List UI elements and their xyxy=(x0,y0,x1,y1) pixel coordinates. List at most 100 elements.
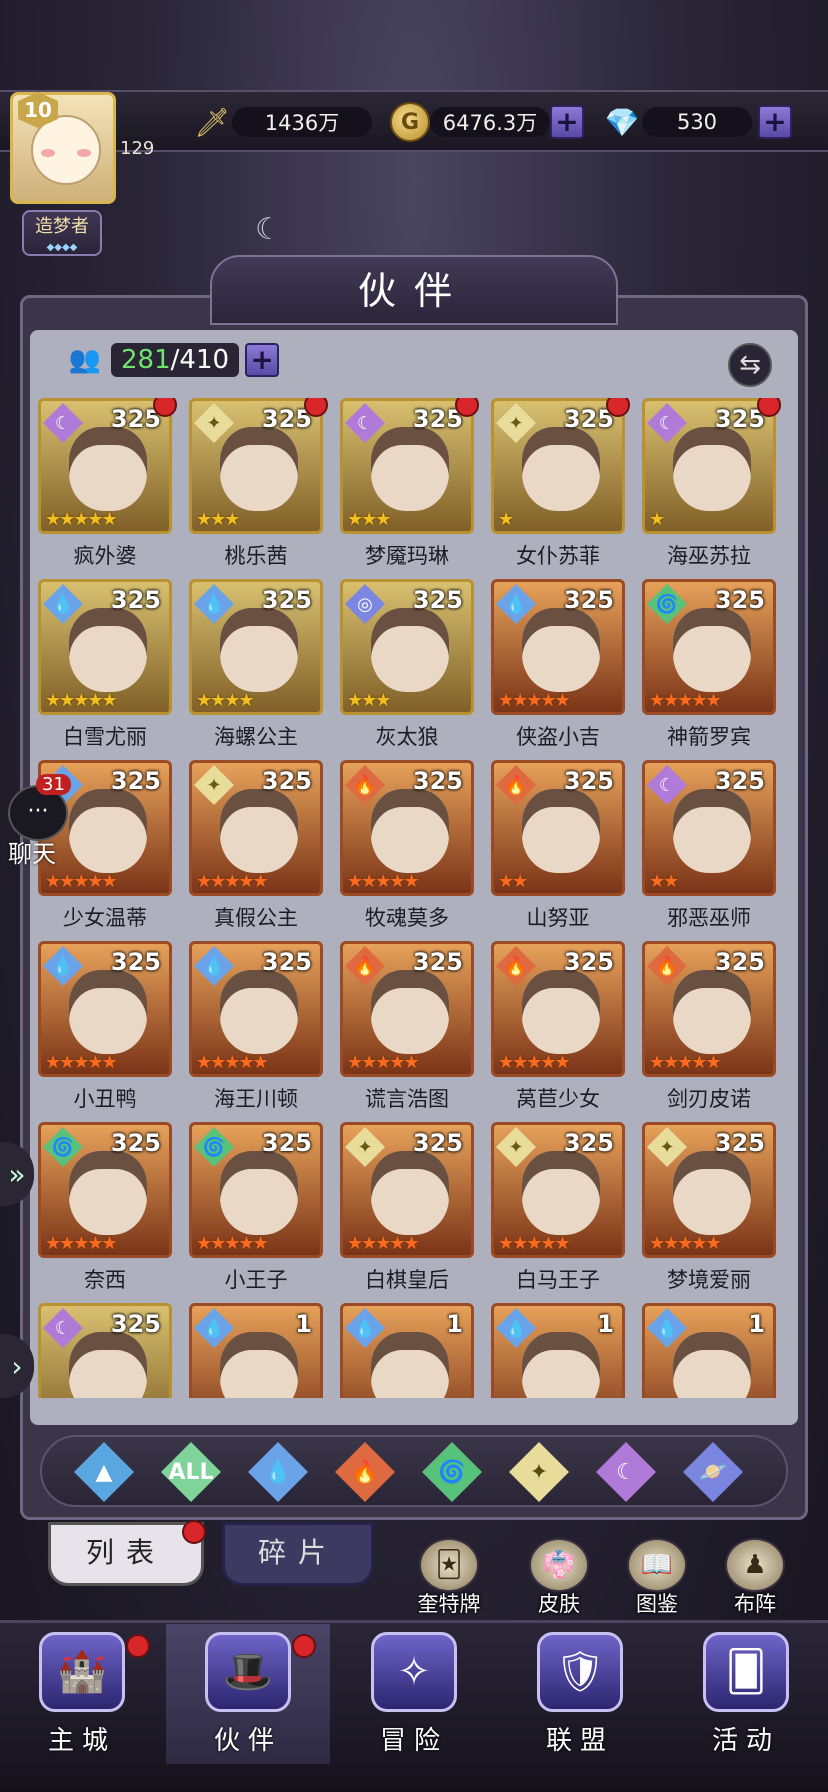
hero-card[interactable]: 🌀 325 ★★★★★ 神箭罗宾 xyxy=(642,579,776,749)
hero-stars: ★★★★★ xyxy=(498,1233,571,1254)
hero-name: 梦魇玛琳 xyxy=(365,544,449,568)
hero-face-icon xyxy=(522,608,600,692)
hero-stars: ★★★★★ xyxy=(498,690,571,711)
gold-coin-icon: G xyxy=(390,102,430,142)
wind-icon: 🌀 xyxy=(438,1459,466,1485)
hero-stars: ★★★★★ xyxy=(196,1052,269,1073)
hero-portrait: ◎ 325 ★★★ xyxy=(340,579,474,715)
hero-name: 小王子 xyxy=(224,1268,288,1292)
hero-level: 325 xyxy=(563,586,614,614)
hero-card[interactable]: ◎ 325 ★★★ 灰太狼 xyxy=(340,579,474,749)
hero-card[interactable]: 🔥 325 ★★★★★ 剑刃皮诺 xyxy=(642,941,776,1111)
hero-level: 325 xyxy=(412,586,463,614)
hero-name: 谎言浩图 xyxy=(365,1087,449,1111)
nav-label: 冒险 xyxy=(379,1726,448,1756)
hero-face-icon xyxy=(69,789,147,873)
quick-action-formation[interactable]: ♟ 布阵 xyxy=(710,1538,800,1618)
chat-button[interactable]: ··· 31 聊天 xyxy=(0,770,76,868)
roster-count-pill: 281/410 xyxy=(111,343,240,377)
hero-portrait: 💧325★★★★★ xyxy=(491,579,625,715)
hero-portrait: 🌀 325 ★★★★★ xyxy=(189,1122,323,1258)
hero-portrait: ✦ 325 ★★★★★ xyxy=(340,1122,474,1258)
add-gold-button[interactable]: + xyxy=(550,105,584,139)
hero-face-icon xyxy=(69,970,147,1054)
hero-card[interactable]: 💧 1 xyxy=(642,1303,776,1398)
double-chevron-right-icon: » xyxy=(8,1157,26,1191)
hero-card[interactable]: 🌀 325 ★★★★★ 小王子 xyxy=(189,1122,323,1292)
quick-action-label: 奎特牌 xyxy=(417,1592,481,1616)
hero-level: 325 xyxy=(714,586,765,614)
gold-value: 6476.3万 xyxy=(430,107,550,137)
hero-card[interactable]: 💧 1 xyxy=(340,1303,474,1398)
nav-notification-dot xyxy=(292,1634,316,1658)
hero-stars: ★★★★★ xyxy=(45,1052,118,1073)
hero-name: 海螺公主 xyxy=(214,725,298,749)
water-icon: 💧 xyxy=(264,1459,292,1485)
hero-level: 325 xyxy=(714,948,765,976)
hero-card[interactable]: 💧 325 ★★★★★ 白雪尤丽 xyxy=(38,579,172,749)
hero-card[interactable]: 💧 1 xyxy=(491,1303,625,1398)
hero-card[interactable]: 🔥 325 ★★★★★ 谎言浩图 xyxy=(340,941,474,1111)
hero-card[interactable]: ✦ 325 ★★★ 桃乐茜 xyxy=(189,398,328,568)
hero-portrait: 🔥 325 ★★★★★ xyxy=(340,760,474,896)
expand-roster-button[interactable]: + xyxy=(245,343,280,377)
hero-card[interactable]: ☾ 325 ★★ 邪恶巫师 xyxy=(642,760,776,930)
hero-card[interactable]: ☾ 325 ★★★★★ 疯外婆 xyxy=(38,398,177,568)
hero-card[interactable]: 💧 325 ★★★★★ 海王川顿 xyxy=(189,941,323,1111)
player-title-badge[interactable]: 造梦者 ◆◆◆◆ xyxy=(22,210,102,256)
tab-list[interactable]: 列表 xyxy=(48,1522,204,1586)
hero-card[interactable]: ☾ 325 ★★★ 梦魇玛琳 xyxy=(340,398,479,568)
hero-name: 侠盗小吉 xyxy=(516,725,600,749)
hero-level: 325 xyxy=(563,1129,614,1157)
notification-dot xyxy=(153,398,177,417)
hero-portrait: 🔥 325 ★★★★★ xyxy=(642,941,776,1077)
hero-card[interactable]: 🌀 325 ★★★★★ 奈西 xyxy=(38,1122,172,1292)
hero-level: 325 xyxy=(563,948,614,976)
hero-level: 325 xyxy=(412,1129,463,1157)
sword-icon: 🗡 xyxy=(194,105,230,139)
page-title: 伙伴 xyxy=(357,269,470,313)
hero-card[interactable]: ✦ 325 ★★★★★ 白棋皇后 xyxy=(340,1122,474,1292)
hero-face-icon xyxy=(673,427,751,511)
hero-name: 邪恶巫师 xyxy=(667,906,751,930)
hero-stars: ★★★★★ xyxy=(347,1052,420,1073)
dark-icon: ☾ xyxy=(616,1459,636,1485)
compass-icon: ✧ xyxy=(371,1632,457,1712)
hero-face-icon xyxy=(69,608,147,692)
nav-adventure[interactable]: ✧ 冒险 xyxy=(332,1624,496,1764)
hero-card[interactable]: 🔥 325 ★★ 山努亚 xyxy=(491,760,625,930)
hero-card[interactable]: ✦ 325 ★★★★★ 白马王子 xyxy=(491,1122,625,1292)
hero-card[interactable]: 🔥 325 ★★★★★ 牧魂莫多 xyxy=(340,760,474,930)
tab-fragments[interactable]: 碎片 xyxy=(222,1522,374,1586)
nav-events[interactable]: 🂠 活动 xyxy=(664,1624,828,1764)
swap-sort-button[interactable]: ⇆ xyxy=(728,343,772,387)
hero-card[interactable]: ✦ 325 ★★★★★ 真假公主 xyxy=(189,760,323,930)
hero-card[interactable]: 🔥 325 ★★★★★ 莴苣少女 xyxy=(491,941,625,1111)
hero-portrait: 💧 1 xyxy=(491,1303,625,1398)
book-icon: 📖 xyxy=(627,1538,687,1592)
hero-portrait: ✦ 325 ★ xyxy=(491,398,630,534)
add-gem-button[interactable]: + xyxy=(758,105,792,139)
hero-card[interactable]: 💧 325 ★★★★★ 小丑鸭 xyxy=(38,941,172,1111)
hero-card[interactable]: 💧 1 xyxy=(189,1303,323,1398)
hero-stars: ★★★★★ xyxy=(45,1233,118,1254)
hero-card[interactable]: ✦ 325 ★ 女仆苏菲 xyxy=(491,398,630,568)
hero-card[interactable]: ☾ 325 xyxy=(38,1303,172,1398)
hero-stars: ★★★★ xyxy=(196,690,255,711)
tab-list-badge xyxy=(182,1520,206,1544)
quick-action-skin[interactable]: 👘 皮肤 xyxy=(514,1538,604,1618)
quick-action-book[interactable]: 📖 图鉴 xyxy=(612,1538,702,1618)
hero-card[interactable]: 💧 325 ★★★★★ 侠盗小吉 xyxy=(491,579,625,749)
hero-card[interactable]: ☾ 325 ★ 海巫苏拉 xyxy=(642,398,781,568)
quick-action-cards[interactable]: 🃏 奎特牌 xyxy=(404,1538,494,1618)
hero-card[interactable]: 💧 325 ★★★★ 海螺公主 xyxy=(189,579,323,749)
hero-face-icon xyxy=(673,1332,751,1398)
hero-stars: ★★★★★ xyxy=(649,690,722,711)
nav-alliance[interactable]: 🛡 联盟 xyxy=(498,1624,662,1764)
formation-icon: ♟ xyxy=(725,1538,785,1592)
hero-portrait: 💧325★★★★★ xyxy=(38,579,172,715)
hero-face-icon xyxy=(69,427,147,511)
hero-portrait: ☾ 325 ★★ xyxy=(642,760,776,896)
hero-card[interactable]: ✦ 325 ★★★★★ 梦境爱丽 xyxy=(642,1122,776,1292)
hero-level: 325 xyxy=(261,1129,312,1157)
